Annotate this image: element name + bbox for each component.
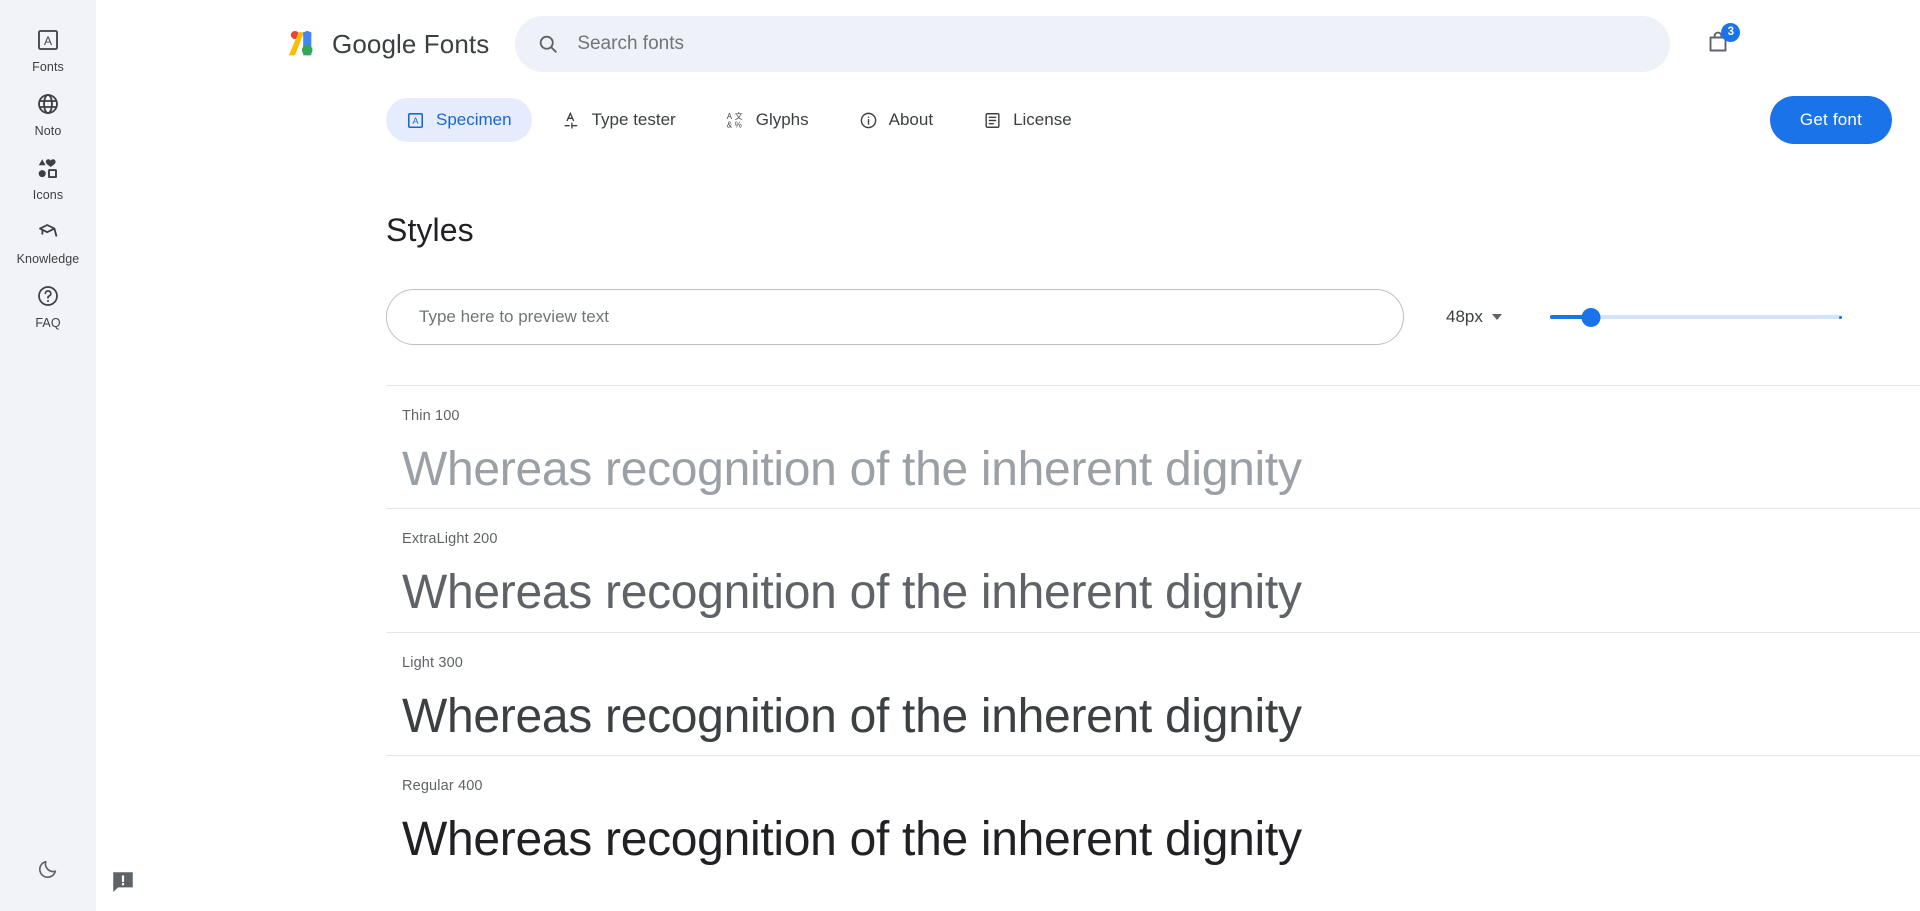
- sidebar-item-label: Fonts: [32, 60, 64, 74]
- moon-icon: [37, 858, 59, 885]
- glyphs-icon: A 文 & %: [726, 111, 745, 130]
- slider-thumb[interactable]: [1581, 307, 1601, 327]
- font-size-select[interactable]: 48px: [1446, 307, 1502, 327]
- license-icon: [983, 111, 1002, 130]
- preview-controls: 48px: [386, 289, 1920, 345]
- specimen-row: Light 300 Whereas recognition of the inh…: [386, 631, 1920, 755]
- specimen-row: Thin 100 Whereas recognition of the inhe…: [386, 385, 1920, 508]
- cart-badge-count: 3: [1721, 23, 1741, 42]
- type-tester-icon: [562, 111, 581, 130]
- search-bar[interactable]: [515, 16, 1671, 72]
- sidebar-item-label: Icons: [32, 188, 64, 202]
- tab-list: A Specimen Type tester A 文 & % Glyphs Ab…: [386, 98, 1092, 142]
- help-circle-icon: [35, 283, 61, 309]
- tab-label: Specimen: [436, 110, 512, 129]
- feedback-button[interactable]: [110, 869, 136, 895]
- tab-specimen[interactable]: A Specimen: [386, 98, 532, 142]
- preview-text-input[interactable]: [417, 306, 1373, 328]
- app-root: A Fonts Noto Icons Knowledge FAQ Google …: [0, 0, 1920, 911]
- preview-text-field[interactable]: [386, 289, 1404, 345]
- info-circle-icon: [859, 111, 878, 130]
- specimen-sample-text[interactable]: Whereas recognition of the inherent dign…: [402, 808, 1920, 872]
- svg-text:A: A: [44, 34, 52, 48]
- font-size-controls: 48px: [1446, 306, 1842, 328]
- styles-content: Styles 48px: [96, 212, 1920, 878]
- svg-text:&: &: [727, 120, 733, 129]
- tab-label: About: [888, 110, 934, 129]
- brand-title: Google Fonts: [332, 29, 489, 60]
- tab-label: Glyphs: [755, 110, 809, 129]
- sidebar-item-knowledge[interactable]: Knowledge: [0, 210, 96, 274]
- tab-glyphs[interactable]: A 文 & % Glyphs: [706, 98, 829, 142]
- brand-logo-link[interactable]: Google Fonts: [286, 27, 489, 61]
- main-area: Google Fonts 3: [96, 0, 1920, 911]
- specimen-icon: A: [406, 111, 425, 130]
- sidebar-item-faq[interactable]: FAQ: [0, 274, 96, 338]
- brand-fonts-text: Fonts: [423, 28, 490, 59]
- left-nav-rail: A Fonts Noto Icons Knowledge FAQ: [0, 0, 96, 911]
- tab-label: Type tester: [591, 110, 676, 129]
- slider-end-marker: [1838, 315, 1842, 319]
- svg-text:A: A: [412, 116, 419, 126]
- svg-text:文: 文: [734, 111, 742, 121]
- sidebar-item-label: FAQ: [35, 316, 61, 330]
- google-fonts-logo: [286, 27, 320, 61]
- feedback-icon: [110, 872, 136, 899]
- search-input[interactable]: [575, 16, 1649, 72]
- sidebar-item-label: Noto: [34, 124, 62, 138]
- specimen-list: Thin 100 Whereas recognition of the inhe…: [386, 385, 1920, 878]
- font-size-value: 48px: [1446, 307, 1483, 326]
- dark-mode-toggle[interactable]: [30, 853, 66, 889]
- specimen-weight-label: Regular 400: [402, 777, 483, 794]
- sidebar-item-noto[interactable]: Noto: [0, 82, 96, 146]
- graduation-cap-icon: [35, 219, 61, 245]
- tab-about[interactable]: About: [839, 98, 953, 142]
- sidebar-item-fonts[interactable]: A Fonts: [0, 18, 96, 82]
- specimen-weight-label: Thin 100: [402, 408, 460, 424]
- specimen-weight-label: ExtraLight 200: [402, 531, 498, 548]
- page-title: Styles: [386, 212, 474, 248]
- font-square-icon: A: [35, 27, 61, 53]
- tab-license[interactable]: License: [963, 98, 1092, 142]
- brand-google-text: Google: [332, 28, 417, 59]
- globe-icon: [35, 91, 61, 117]
- svg-text:A: A: [727, 111, 733, 120]
- dark-mode-toggle-wrap: [0, 853, 96, 889]
- shapes-icon: [35, 155, 61, 181]
- specimen-sample-text[interactable]: Whereas recognition of the inherent dign…: [402, 561, 1920, 625]
- specimen-row: ExtraLight 200 Whereas recognition of th…: [386, 508, 1920, 631]
- top-header: Google Fonts 3: [96, 0, 1920, 88]
- get-font-button[interactable]: Get font: [1769, 96, 1892, 144]
- cart-button[interactable]: 3: [1698, 23, 1741, 64]
- font-size-slider[interactable]: [1549, 306, 1842, 328]
- specimen-weight-label: Light 300: [402, 654, 464, 671]
- search-icon: [537, 33, 559, 55]
- tab-bar: A Specimen Type tester A 文 & % Glyphs Ab…: [96, 88, 1920, 152]
- tab-type-tester[interactable]: Type tester: [542, 98, 696, 142]
- specimen-sample-text[interactable]: Whereas recognition of the inherent dign…: [402, 685, 1920, 749]
- chevron-down-icon: [1491, 314, 1502, 320]
- specimen-row: Regular 400 Whereas recognition of the i…: [386, 754, 1920, 878]
- tab-label: License: [1013, 110, 1072, 129]
- sidebar-item-label: Knowledge: [16, 252, 80, 266]
- svg-text:%: %: [734, 120, 741, 129]
- specimen-sample-text[interactable]: Whereas recognition of the inherent dign…: [402, 438, 1920, 502]
- sidebar-item-icons[interactable]: Icons: [0, 146, 96, 210]
